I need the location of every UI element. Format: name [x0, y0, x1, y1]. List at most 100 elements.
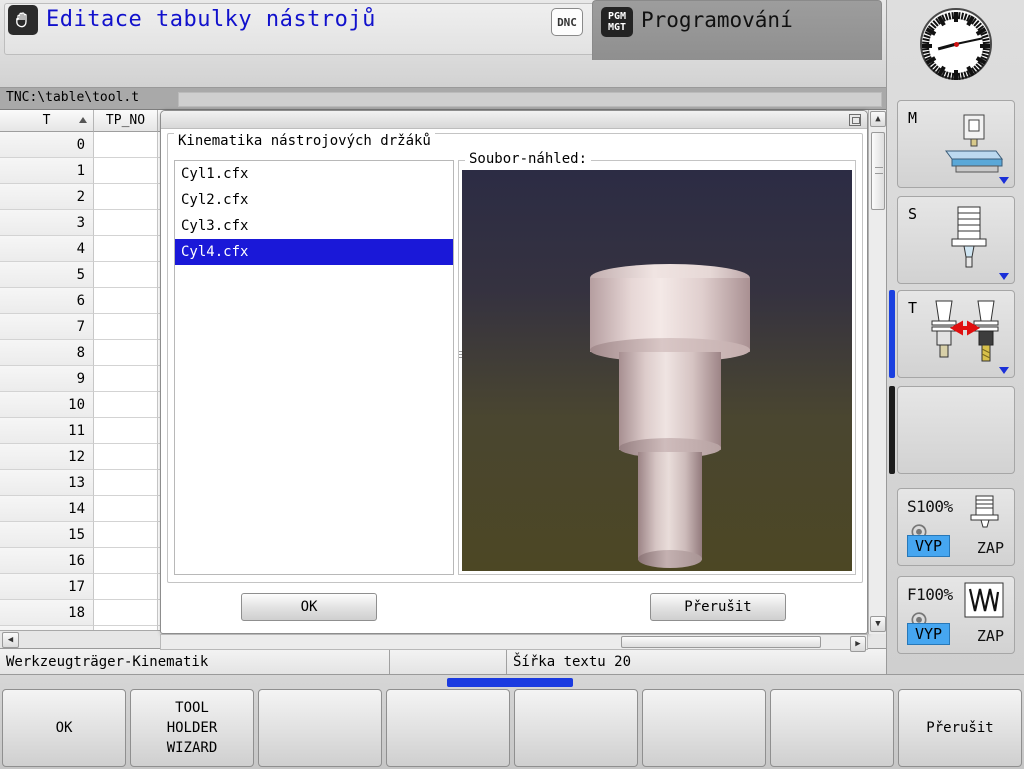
sidebar-panel-s[interactable]: S: [897, 196, 1015, 284]
dialog-title-bar[interactable]: [161, 111, 867, 129]
sidebar-panel-m[interactable]: M: [897, 100, 1015, 188]
feed-override-panel[interactable]: F100% VYP ZAP: [897, 576, 1015, 654]
softkey-strip: OK TOOL HOLDER WIZARD Přerušit: [0, 674, 1024, 769]
cell-tp-no[interactable]: [94, 262, 158, 288]
dialog-group-title: Kinematika nástrojových držáků: [174, 133, 435, 149]
cell-t[interactable]: 3: [0, 210, 94, 236]
softkey-empty[interactable]: [514, 689, 638, 767]
dialog-ok-button[interactable]: OK: [241, 593, 377, 621]
softkey-row: OK TOOL HOLDER WIZARD Přerušit: [2, 689, 1022, 767]
kinematics-file-list[interactable]: Cyl1.cfx Cyl2.cfx Cyl3.cfx Cyl4.cfx: [174, 160, 454, 575]
cell-t[interactable]: 2: [0, 184, 94, 210]
cell-t[interactable]: 14: [0, 496, 94, 522]
spindle-override-value: S100%: [907, 497, 953, 516]
column-header-tp-no[interactable]: TP_NO: [94, 110, 158, 132]
cell-tp-no[interactable]: [94, 496, 158, 522]
status-cell-empty: [390, 649, 507, 674]
tool-holder-3d-render[interactable]: [462, 170, 852, 571]
sidebar-active-indicator: [889, 290, 895, 378]
cell-t[interactable]: 9: [0, 366, 94, 392]
cell-t[interactable]: 0: [0, 132, 94, 158]
cell-tp-no[interactable]: [94, 132, 158, 158]
file-preview-panel: Soubor-náhled:: [458, 151, 856, 575]
cell-tp-no[interactable]: [94, 548, 158, 574]
cell-t[interactable]: 10: [0, 392, 94, 418]
list-item[interactable]: Cyl4.cfx: [175, 239, 453, 265]
softkey-přerušit[interactable]: Přerušit: [898, 689, 1022, 767]
cell-t[interactable]: 17: [0, 574, 94, 600]
column-header-t-label: T: [42, 113, 51, 128]
spindle-override-panel[interactable]: S100% VYP ZAP: [897, 488, 1015, 566]
feed-override-value: F100%: [907, 585, 953, 604]
softkey-empty[interactable]: [642, 689, 766, 767]
cell-t[interactable]: 15: [0, 522, 94, 548]
spindle-override-on-label[interactable]: ZAP: [977, 539, 1004, 557]
vertical-scroll-thumb[interactable]: [871, 132, 885, 210]
file-path: TNC:\table\tool.t: [6, 90, 140, 105]
scroll-up-icon[interactable]: ▲: [870, 111, 886, 127]
softkey-ok[interactable]: OK: [2, 689, 126, 767]
cell-tp-no[interactable]: [94, 210, 158, 236]
softkey-empty[interactable]: [258, 689, 382, 767]
scroll-down-icon[interactable]: ▼: [870, 616, 886, 632]
cell-tp-no[interactable]: [94, 444, 158, 470]
chevron-down-icon[interactable]: [999, 273, 1009, 280]
clock-center-dot: [953, 41, 959, 47]
cell-tp-no[interactable]: [94, 158, 158, 184]
cell-tp-no[interactable]: [94, 522, 158, 548]
cell-tp-no[interactable]: [94, 184, 158, 210]
cell-tp-no[interactable]: [94, 366, 158, 392]
softkey-tool-holder-wizard[interactable]: TOOL HOLDER WIZARD: [130, 689, 254, 767]
restore-window-icon[interactable]: [849, 114, 861, 126]
cell-tp-no[interactable]: [94, 288, 158, 314]
dnc-icon[interactable]: DNC: [551, 8, 583, 36]
softkey-empty[interactable]: [770, 689, 894, 767]
cell-t[interactable]: 8: [0, 340, 94, 366]
cell-tp-no[interactable]: [94, 340, 158, 366]
chevron-down-icon[interactable]: [999, 367, 1009, 374]
feed-override-off-badge[interactable]: VYP: [907, 623, 951, 645]
dialog-vertical-scrollbar[interactable]: ▲ ▼: [868, 110, 886, 634]
cell-t[interactable]: 13: [0, 470, 94, 496]
dialog-cancel-button[interactable]: Přerušit: [650, 593, 786, 621]
cell-tp-no[interactable]: [94, 392, 158, 418]
cell-tp-no[interactable]: [94, 418, 158, 444]
cell-t[interactable]: 4: [0, 236, 94, 262]
cell-t[interactable]: 11: [0, 418, 94, 444]
cylinder-bottom-end: [638, 550, 702, 568]
preview-panel-label: Soubor-náhled:: [465, 151, 592, 167]
sidebar-panel-t[interactable]: T: [897, 290, 1015, 378]
cell-t[interactable]: 5: [0, 262, 94, 288]
cell-t[interactable]: 18: [0, 600, 94, 626]
tab-programovani[interactable]: PGM MGT Programování: [592, 0, 882, 60]
cell-tp-no[interactable]: [94, 600, 158, 626]
cell-t[interactable]: 6: [0, 288, 94, 314]
spindle-override-off-badge[interactable]: VYP: [907, 535, 951, 557]
column-header-t[interactable]: T: [0, 110, 94, 132]
list-item[interactable]: Cyl1.cfx: [175, 161, 453, 187]
cell-t[interactable]: 7: [0, 314, 94, 340]
cell-t[interactable]: 1: [0, 158, 94, 184]
horizontal-scroll-thumb[interactable]: [621, 636, 821, 648]
dialog-group-box: Kinematika nástrojových držáků Cyl1.cfx C…: [167, 133, 863, 583]
scroll-left-icon[interactable]: ◀: [2, 631, 19, 648]
clock-tick: [922, 44, 932, 48]
chevron-down-icon[interactable]: [999, 177, 1009, 184]
scroll-thumb-grip: [875, 167, 883, 174]
cell-tp-no[interactable]: [94, 314, 158, 340]
cell-tp-no[interactable]: [94, 574, 158, 600]
sidebar-panel-blank[interactable]: [897, 386, 1015, 474]
cell-t[interactable]: 12: [0, 444, 94, 470]
scroll-right-icon[interactable]: ▶: [850, 636, 866, 652]
feed-override-icon: [964, 582, 1004, 618]
dialog-horizontal-scrollbar[interactable]: ▶: [160, 634, 868, 652]
feed-override-on-label[interactable]: ZAP: [977, 627, 1004, 645]
pgm-icon-line1: PGM: [607, 11, 627, 22]
cell-t[interactable]: 16: [0, 548, 94, 574]
cell-tp-no[interactable]: [94, 236, 158, 262]
list-item[interactable]: Cyl3.cfx: [175, 213, 453, 239]
list-item[interactable]: Cyl2.cfx: [175, 187, 453, 213]
softkey-empty[interactable]: [386, 689, 510, 767]
softkey-page-indicator: [447, 678, 573, 687]
cell-tp-no[interactable]: [94, 470, 158, 496]
